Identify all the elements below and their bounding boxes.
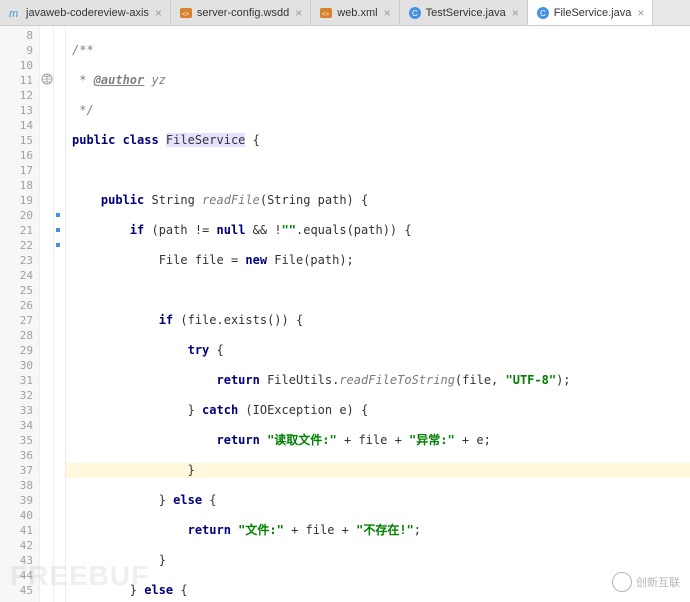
line-number: 37 (0, 463, 39, 478)
svg-text:<>: <> (322, 12, 330, 18)
close-icon[interactable]: × (635, 6, 646, 20)
tab-fileservice-java[interactable]: C FileService.java × (528, 0, 654, 25)
line-number: 22 (0, 238, 39, 253)
line-number: 8 (0, 28, 39, 43)
line-number: 36 (0, 448, 39, 463)
line-number: 35 (0, 433, 39, 448)
line-number: 14 (0, 118, 39, 133)
close-icon[interactable]: × (293, 6, 304, 20)
tab-label: server-config.wsdd (197, 7, 289, 19)
tab-web-xml[interactable]: <> web.xml × (311, 0, 399, 25)
line-number: 16 (0, 148, 39, 163)
line-number-gutter: 8910111213141516171819202122232425262728… (0, 26, 40, 602)
line-number: 18 (0, 178, 39, 193)
xml-icon: <> (319, 6, 333, 20)
line-number: 13 (0, 103, 39, 118)
globe-icon (41, 73, 53, 85)
line-number: 26 (0, 298, 39, 313)
line-number: 20 (0, 208, 39, 223)
code-area[interactable]: /** * @author yz */ public class FileSer… (66, 26, 690, 602)
svg-text:<>: <> (182, 12, 190, 18)
line-number: 23 (0, 253, 39, 268)
line-number: 40 (0, 508, 39, 523)
line-number: 32 (0, 388, 39, 403)
maven-icon: m (8, 6, 22, 20)
line-number: 29 (0, 343, 39, 358)
tab-label: javaweb-codereview-axis (26, 7, 149, 19)
line-number: 34 (0, 418, 39, 433)
line-number: 19 (0, 193, 39, 208)
line-number: 25 (0, 283, 39, 298)
line-number: 33 (0, 403, 39, 418)
tab-label: FileService.java (554, 7, 632, 19)
logo-ring-icon (612, 572, 632, 592)
line-number: 42 (0, 538, 39, 553)
svg-text:m: m (9, 8, 18, 20)
tab-label: TestService.java (426, 7, 506, 19)
line-number: 21 (0, 223, 39, 238)
xml-icon: <> (179, 6, 193, 20)
tab-label: web.xml (337, 7, 377, 19)
line-number: 41 (0, 523, 39, 538)
line-number: 12 (0, 88, 39, 103)
close-icon[interactable]: × (382, 6, 393, 20)
line-number: 39 (0, 493, 39, 508)
line-number: 28 (0, 328, 39, 343)
watermark-cx: 创新互联 (612, 572, 680, 592)
line-number: 11 (0, 73, 39, 88)
tab-server-config-wsdd[interactable]: <> server-config.wsdd × (171, 0, 311, 25)
code-editor[interactable]: 8910111213141516171819202122232425262728… (0, 26, 690, 602)
line-number: 24 (0, 268, 39, 283)
close-icon[interactable]: × (510, 6, 521, 20)
fold-column (54, 26, 66, 602)
close-icon[interactable]: × (153, 6, 164, 20)
watermark-freebuf: FREEBUF (10, 560, 149, 592)
java-class-icon: C (408, 6, 422, 20)
svg-text:C: C (540, 9, 546, 18)
tab-testservice-java[interactable]: C TestService.java × (400, 0, 528, 25)
line-number: 30 (0, 358, 39, 373)
line-number: 27 (0, 313, 39, 328)
svg-text:C: C (412, 9, 418, 18)
editor-tab-bar: m javaweb-codereview-axis × <> server-co… (0, 0, 690, 26)
line-number: 38 (0, 478, 39, 493)
java-class-icon: C (536, 6, 550, 20)
line-number: 31 (0, 373, 39, 388)
tab-javaweb-codereview-axis[interactable]: m javaweb-codereview-axis × (0, 0, 171, 25)
line-number: 17 (0, 163, 39, 178)
line-number: 15 (0, 133, 39, 148)
gutter-marks (40, 26, 54, 602)
line-number: 9 (0, 43, 39, 58)
line-number: 10 (0, 58, 39, 73)
